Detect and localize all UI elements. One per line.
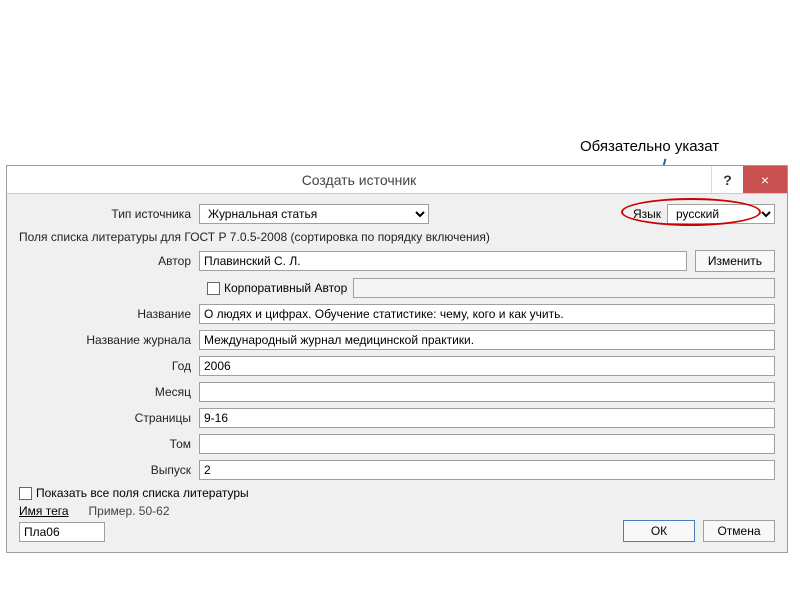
show-all-fields-label: Показать все поля списка литературы bbox=[36, 486, 249, 500]
pages-label: Страницы bbox=[19, 411, 199, 425]
volume-input[interactable] bbox=[199, 434, 775, 454]
close-button[interactable]: × bbox=[743, 166, 787, 193]
month-input[interactable] bbox=[199, 382, 775, 402]
journal-input[interactable] bbox=[199, 330, 775, 350]
corporate-author-input[interactable] bbox=[353, 278, 775, 298]
corporate-author-label: Корпоративный Автор bbox=[224, 281, 347, 295]
dialog-title: Создать источник bbox=[7, 172, 711, 188]
year-input[interactable] bbox=[199, 356, 775, 376]
pages-input[interactable] bbox=[199, 408, 775, 428]
volume-label: Том bbox=[19, 437, 199, 451]
language-select[interactable]: русский bbox=[667, 204, 775, 224]
create-source-dialog: Создать источник ? × Тип источника Журна… bbox=[6, 165, 788, 553]
author-input[interactable] bbox=[199, 251, 687, 271]
source-type-label: Тип источника bbox=[19, 207, 199, 221]
titlebar: Создать источник ? × bbox=[7, 166, 787, 194]
issue-input[interactable] bbox=[199, 460, 775, 480]
issue-label: Выпуск bbox=[19, 463, 199, 477]
month-label: Месяц bbox=[19, 385, 199, 399]
fields-section-title: Поля списка литературы для ГОСТ Р 7.0.5-… bbox=[19, 230, 775, 244]
title-label: Название bbox=[19, 307, 199, 321]
year-label: Год bbox=[19, 359, 199, 373]
language-label: Язык bbox=[633, 207, 661, 221]
help-button[interactable]: ? bbox=[711, 166, 743, 193]
example-text: Пример. 50-62 bbox=[89, 504, 170, 518]
ok-button[interactable]: ОК bbox=[623, 520, 695, 542]
source-type-select[interactable]: Журнальная статья bbox=[199, 204, 429, 224]
show-all-fields-checkbox[interactable] bbox=[19, 487, 32, 500]
title-input[interactable] bbox=[199, 304, 775, 324]
annotation-text: Обязательно указат bbox=[580, 138, 719, 155]
corporate-author-checkbox[interactable] bbox=[207, 282, 220, 295]
close-icon: × bbox=[761, 172, 769, 188]
tag-name-label: Имя тега bbox=[19, 504, 69, 518]
author-label: Автор bbox=[19, 254, 199, 268]
edit-author-button[interactable]: Изменить bbox=[695, 250, 775, 272]
cancel-button[interactable]: Отмена bbox=[703, 520, 775, 542]
tag-name-input[interactable] bbox=[19, 522, 105, 542]
journal-label: Название журнала bbox=[19, 333, 199, 347]
